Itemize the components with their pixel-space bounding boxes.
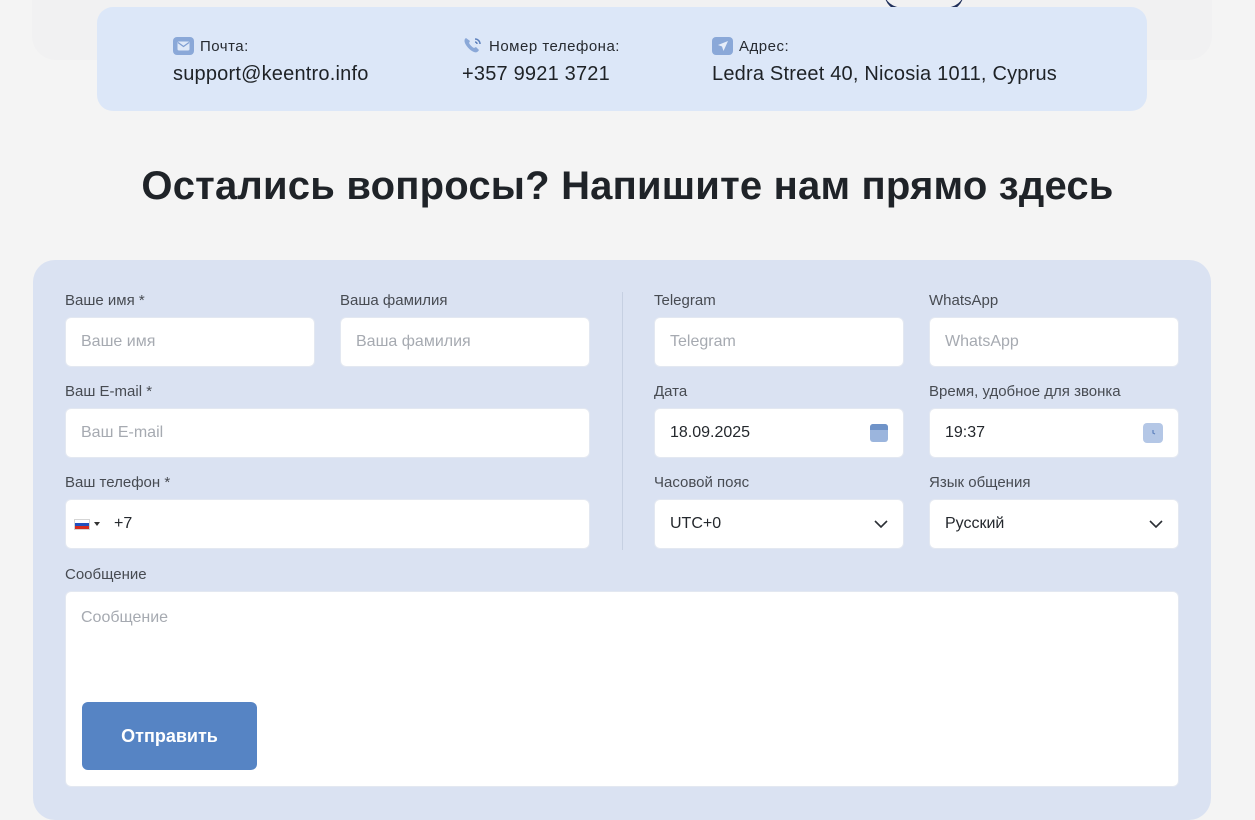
date-value: 18.09.2025	[670, 424, 751, 441]
contact-email: Почта: support@keentro.info	[173, 37, 369, 86]
caret-down-icon	[94, 522, 100, 526]
email-label: Ваш E-mail *	[65, 383, 153, 400]
contact-phone: Номер телефона: +357 9921 3721	[462, 37, 620, 86]
last-name-input[interactable]	[340, 317, 590, 367]
time-field: Время, удобное для звонка 19:37	[929, 382, 1179, 458]
clock-icon[interactable]	[1143, 423, 1163, 443]
country-selector[interactable]	[74, 518, 100, 530]
chevron-down-icon	[874, 520, 888, 528]
whatsapp-input[interactable]	[929, 317, 1179, 367]
chevron-down-icon	[1149, 520, 1163, 528]
submit-button[interactable]: Отправить	[82, 702, 257, 770]
contact-address-label: Адрес:	[739, 37, 790, 55]
phone-input[interactable]: +7	[65, 499, 590, 549]
contact-form: Ваше имя * Ваша фамилия Ваш E-mail * Ваш…	[33, 260, 1211, 820]
email-field: Ваш E-mail *	[65, 382, 590, 458]
last-name-field: Ваша фамилия	[340, 291, 590, 367]
date-field: Дата 18.09.2025	[654, 382, 904, 458]
first-name-input[interactable]	[65, 317, 315, 367]
email-input[interactable]	[65, 408, 590, 458]
contact-address: Адрес: Ledra Street 40, Nicosia 1011, Cy…	[712, 37, 1057, 86]
whatsapp-field: WhatsApp	[929, 291, 1179, 367]
timezone-value: UTC+0	[670, 515, 722, 532]
send-icon	[712, 37, 733, 55]
contact-phone-value[interactable]: +357 9921 3721	[462, 63, 620, 86]
date-input[interactable]: 18.09.2025	[654, 408, 904, 458]
mail-icon	[173, 37, 194, 55]
phone-code: +7	[114, 515, 133, 532]
phone-icon	[462, 36, 483, 56]
contact-bar: Почта: support@keentro.info Номер телефо…	[97, 7, 1147, 111]
last-name-label: Ваша фамилия	[340, 292, 448, 309]
timezone-label: Часовой пояс	[654, 474, 750, 491]
calendar-icon[interactable]	[870, 424, 888, 442]
russia-flag-icon	[74, 518, 90, 530]
time-input[interactable]: 19:37	[929, 408, 1179, 458]
language-field: Язык общения Русский	[929, 473, 1179, 549]
language-label: Язык общения	[929, 474, 1031, 491]
first-name-label: Ваше имя *	[65, 292, 145, 309]
section-title: Остались вопросы? Напишите нам прямо зде…	[141, 164, 1114, 208]
timezone-field: Часовой пояс UTC+0	[654, 473, 904, 549]
timezone-select[interactable]: UTC+0	[654, 499, 904, 549]
date-label: Дата	[654, 383, 688, 400]
column-divider	[622, 292, 623, 550]
message-label: Сообщение	[65, 566, 147, 583]
contact-phone-label: Номер телефона:	[489, 37, 620, 55]
contact-email-label: Почта:	[200, 37, 249, 55]
telegram-input[interactable]	[654, 317, 904, 367]
phone-label: Ваш телефон *	[65, 474, 171, 491]
contact-email-value[interactable]: support@keentro.info	[173, 63, 369, 86]
telegram-field: Telegram	[654, 291, 904, 367]
telegram-label: Telegram	[654, 292, 716, 309]
language-value: Русский	[945, 515, 1005, 532]
first-name-field: Ваше имя *	[65, 291, 315, 367]
contact-address-value: Ledra Street 40, Nicosia 1011, Cyprus	[712, 63, 1057, 85]
time-label: Время, удобное для звонка	[929, 383, 1121, 400]
language-select[interactable]: Русский	[929, 499, 1179, 549]
whatsapp-label: WhatsApp	[929, 292, 999, 309]
phone-field: Ваш телефон * +7	[65, 473, 590, 549]
time-value: 19:37	[945, 424, 986, 441]
